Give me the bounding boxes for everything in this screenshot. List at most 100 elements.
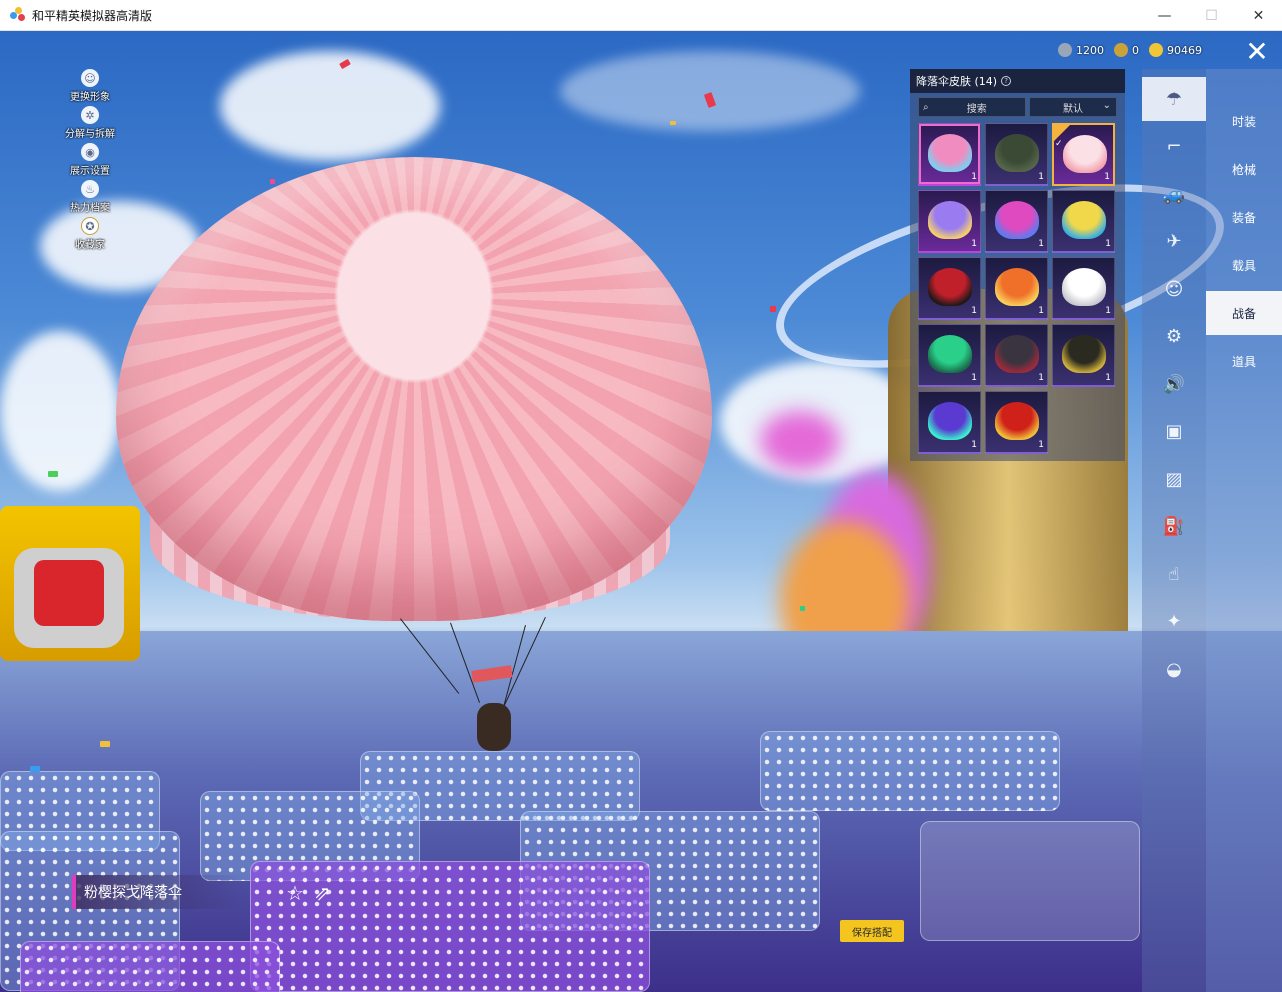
flame-icon: ♨ (81, 180, 99, 198)
skin-count: 1 (971, 440, 977, 450)
skin-count: 1 (1105, 239, 1111, 249)
item-name-label: 粉樱探戈降落伞 (72, 875, 242, 909)
window-title: 和平精英模拟器高清版 (32, 8, 153, 23)
skin-item[interactable]: 1 (985, 257, 1048, 320)
skin-item[interactable]: 1 (918, 123, 981, 186)
decompose-button[interactable]: ✲ 分解与拆解 (60, 106, 120, 143)
confetti (800, 606, 805, 611)
skin-count: 1 (971, 239, 977, 249)
skin-item[interactable]: ✓ 1 (1052, 123, 1115, 186)
tab-4[interactable]: 战备 (1206, 291, 1282, 335)
wand-icon[interactable]: ✦ (1142, 600, 1206, 644)
collector-button[interactable]: ✪ 收藏家 (60, 217, 120, 254)
card-icon[interactable]: ▣ (1142, 410, 1206, 454)
parachute-skin-icon (995, 402, 1039, 440)
cloud (220, 51, 440, 161)
skin-count: 1 (1105, 306, 1111, 316)
speaker-icon[interactable]: 🔊 (1142, 362, 1206, 406)
maximize-button[interactable]: ☐ (1188, 0, 1235, 31)
favorite-icon[interactable]: ☆ (286, 881, 304, 905)
skin-item[interactable]: 1 (1052, 257, 1115, 320)
save-outfit-button[interactable]: 保存搭配 (840, 920, 904, 942)
display-settings-button[interactable]: ◉ 展示设置 (60, 143, 120, 180)
parachute-skin-icon (1062, 335, 1106, 373)
chevron-down-icon: ⌄ (1102, 100, 1111, 111)
tab-2[interactable]: 装备 (1206, 195, 1282, 239)
extinguisher-icon[interactable]: ⛽ (1142, 505, 1206, 549)
close-icon[interactable]: ✕ (1240, 37, 1274, 67)
skin-grid: 1 1 ✓ 1 1 1 1 1 1 1 1 1 1 1 1 (918, 123, 1118, 454)
game-viewport[interactable]: ☺ 更换形象 ✲ 分解与拆解 ◉ 展示设置 ♨ 热力档案 ✪ 收藏家 1200 … (0, 31, 1282, 992)
photo-icon[interactable]: ▨ (1142, 457, 1206, 501)
skin-item[interactable]: 1 (918, 324, 981, 387)
skin-item[interactable]: 1 (1052, 324, 1115, 387)
hand-icon[interactable]: ☝ (1142, 552, 1206, 596)
currency-bar: 1200 0 90469 (1058, 41, 1208, 59)
plane-icon[interactable]: ✈ (1142, 220, 1206, 264)
penguin-billboard (0, 506, 140, 661)
cloud (560, 51, 860, 131)
token-amount: 0 (1132, 43, 1139, 57)
skin-panel-title: 降落伞皮肤 (14) (916, 75, 998, 88)
parachute-skin-icon (995, 134, 1039, 172)
skin-item[interactable]: 1 (1052, 190, 1115, 253)
tab-0[interactable]: 时装 (1206, 99, 1282, 143)
vehicle-icon[interactable]: 🚙 (1142, 172, 1206, 216)
confetti (670, 121, 676, 125)
eye-icon: ◉ (81, 143, 99, 161)
share-icon[interactable]: ⇗ (314, 881, 331, 905)
skin-item[interactable]: 1 (985, 190, 1048, 253)
parachute-skin-icon (928, 134, 972, 172)
minimize-button[interactable]: — (1141, 0, 1188, 31)
skin-item[interactable]: 1 (918, 391, 981, 454)
help-icon[interactable]: ? (1001, 76, 1012, 86)
gold-coin-icon (1149, 43, 1163, 57)
app-logo-icon (10, 7, 26, 23)
window-titlebar: 和平精英模拟器高清版 — ☐ ✕ (0, 0, 1282, 31)
skin-item[interactable]: 1 (918, 257, 981, 320)
gun-icon[interactable]: ⌐ (1142, 125, 1206, 169)
skin-count: 1 (1038, 306, 1044, 316)
payload-crate (477, 703, 511, 751)
heat-archive-button[interactable]: ♨ 热力档案 (60, 180, 120, 217)
parachute-skin-icon (995, 335, 1039, 373)
tab-1[interactable]: 枪械 (1206, 147, 1282, 191)
skin-search-input[interactable]: ⌕ 搜索 (918, 97, 1026, 117)
sort-dropdown[interactable]: 默认 ⌄ (1029, 97, 1117, 117)
parachute-canopy (116, 157, 712, 621)
skin-count: 1 (1038, 172, 1044, 182)
ufo-icon[interactable]: ◒ (1142, 647, 1206, 691)
parachute-skin-icon (1062, 268, 1106, 306)
robot-icon[interactable]: ⚙ (1142, 315, 1206, 359)
skin-item[interactable]: 1 (918, 190, 981, 253)
parachute-skin-icon (928, 268, 972, 306)
pink-smoke (760, 411, 840, 471)
skin-item[interactable]: 1 (985, 391, 1048, 454)
close-window-button[interactable]: ✕ (1235, 0, 1282, 31)
skin-count: 1 (1105, 373, 1111, 383)
skin-item[interactable]: 1 (985, 123, 1048, 186)
tab-3[interactable]: 载具 (1206, 243, 1282, 287)
confetti (100, 741, 110, 747)
token-icon (1114, 43, 1128, 57)
parachute-icon[interactable]: ☂ (1142, 77, 1206, 121)
skin-count: 1 (1104, 172, 1110, 182)
equipped-check-icon: ✓ (1054, 125, 1070, 149)
skin-count: 1 (1038, 440, 1044, 450)
left-menu: ☺ 更换形象 ✲ 分解与拆解 ◉ 展示设置 ♨ 热力档案 ✪ 收藏家 (60, 69, 120, 254)
tab-5[interactable]: 道具 (1206, 339, 1282, 383)
skin-count: 1 (971, 373, 977, 383)
emote-icon[interactable]: ☺ (1142, 267, 1206, 311)
confetti (270, 179, 275, 184)
floor-tile (760, 731, 1060, 811)
skin-item[interactable]: 1 (985, 324, 1048, 387)
parachute-skin-icon (928, 201, 972, 239)
change-appearance-button[interactable]: ☺ 更换形象 (60, 69, 120, 106)
confetti (770, 306, 776, 312)
gear-icon: ✲ (81, 106, 99, 124)
skin-panel-header: 降落伞皮肤 (14) ? (910, 69, 1125, 93)
parachute-skin-icon (928, 402, 972, 440)
confetti (30, 766, 40, 772)
floor-tile (920, 821, 1140, 941)
parachute-skin-icon (1062, 201, 1106, 239)
